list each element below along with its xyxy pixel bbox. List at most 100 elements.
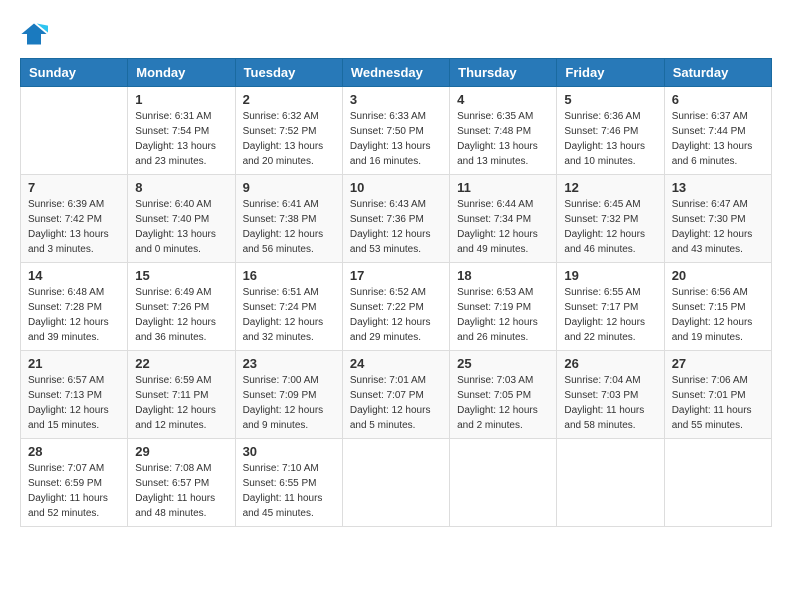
day-number: 4 — [457, 92, 549, 107]
calendar-day-cell: 1 Sunrise: 6:31 AMSunset: 7:54 PMDaylight… — [128, 87, 235, 175]
day-info: Sunrise: 6:53 AMSunset: 7:19 PMDaylight:… — [457, 285, 549, 345]
day-number: 19 — [564, 268, 656, 283]
day-info: Sunrise: 6:31 AMSunset: 7:54 PMDaylight:… — [135, 109, 227, 169]
day-info: Sunrise: 6:47 AMSunset: 7:30 PMDaylight:… — [672, 197, 764, 257]
calendar-day-cell: 6 Sunrise: 6:37 AMSunset: 7:44 PMDaylight… — [664, 87, 771, 175]
day-number: 9 — [243, 180, 335, 195]
day-info: Sunrise: 6:44 AMSunset: 7:34 PMDaylight:… — [457, 197, 549, 257]
calendar-day-cell: 12 Sunrise: 6:45 AMSunset: 7:32 PMDayligh… — [557, 175, 664, 263]
calendar-day-cell: 8Sunrise: 6:40 AMSunset: 7:40 PMDaylight… — [128, 175, 235, 263]
calendar-day-cell: 18 Sunrise: 6:53 AMSunset: 7:19 PMDayligh… — [450, 263, 557, 351]
day-number: 6 — [672, 92, 764, 107]
calendar-week-row: 28 Sunrise: 7:07 AMSunset: 6:59 PMDayligh… — [21, 439, 772, 527]
day-info: Sunrise: 7:07 AMSunset: 6:59 PMDaylight:… — [28, 461, 120, 521]
day-info: Sunrise: 7:06 AMSunset: 7:01 PMDaylight:… — [672, 373, 764, 433]
calendar-day-cell — [342, 439, 449, 527]
page-header — [20, 20, 772, 48]
day-number: 24 — [350, 356, 442, 371]
calendar-day-cell — [450, 439, 557, 527]
calendar-day-cell: 4 Sunrise: 6:35 AMSunset: 7:48 PMDaylight… — [450, 87, 557, 175]
calendar-week-row: 1 Sunrise: 6:31 AMSunset: 7:54 PMDaylight… — [21, 87, 772, 175]
calendar-day-cell: 29Sunrise: 7:08 AMSunset: 6:57 PMDayligh… — [128, 439, 235, 527]
day-info: Sunrise: 6:35 AMSunset: 7:48 PMDaylight:… — [457, 109, 549, 169]
day-info: Sunrise: 7:10 AMSunset: 6:55 PMDaylight:… — [243, 461, 335, 521]
calendar-day-cell: 9 Sunrise: 6:41 AMSunset: 7:38 PMDaylight… — [235, 175, 342, 263]
day-number: 23 — [243, 356, 335, 371]
day-info: Sunrise: 6:49 AMSunset: 7:26 PMDaylight:… — [135, 285, 227, 345]
day-info: Sunrise: 6:40 AMSunset: 7:40 PMDaylight:… — [135, 197, 227, 257]
calendar-day-cell: 28 Sunrise: 7:07 AMSunset: 6:59 PMDayligh… — [21, 439, 128, 527]
calendar-day-cell: 17 Sunrise: 6:52 AMSunset: 7:22 PMDayligh… — [342, 263, 449, 351]
day-of-week-header: Monday — [128, 59, 235, 87]
day-number: 27 — [672, 356, 764, 371]
calendar-header-row: SundayMondayTuesdayWednesdayThursdayFrid… — [21, 59, 772, 87]
day-number: 13 — [672, 180, 764, 195]
day-number: 12 — [564, 180, 656, 195]
day-info: Sunrise: 7:00 AMSunset: 7:09 PMDaylight:… — [243, 373, 335, 433]
calendar-day-cell: 11 Sunrise: 6:44 AMSunset: 7:34 PMDayligh… — [450, 175, 557, 263]
calendar-day-cell: 30 Sunrise: 7:10 AMSunset: 6:55 PMDayligh… — [235, 439, 342, 527]
day-number: 26 — [564, 356, 656, 371]
calendar-week-row: 14 Sunrise: 6:48 AMSunset: 7:28 PMDayligh… — [21, 263, 772, 351]
day-info: Sunrise: 6:45 AMSunset: 7:32 PMDaylight:… — [564, 197, 656, 257]
calendar-day-cell: 19 Sunrise: 6:55 AMSunset: 7:17 PMDayligh… — [557, 263, 664, 351]
day-of-week-header: Tuesday — [235, 59, 342, 87]
day-of-week-header: Sunday — [21, 59, 128, 87]
calendar-day-cell — [557, 439, 664, 527]
calendar-day-cell: 20 Sunrise: 6:56 AMSunset: 7:15 PMDayligh… — [664, 263, 771, 351]
day-info: Sunrise: 6:41 AMSunset: 7:38 PMDaylight:… — [243, 197, 335, 257]
day-info: Sunrise: 6:48 AMSunset: 7:28 PMDaylight:… — [28, 285, 120, 345]
calendar-day-cell: 23 Sunrise: 7:00 AMSunset: 7:09 PMDayligh… — [235, 351, 342, 439]
logo — [20, 20, 52, 48]
calendar-day-cell: 22 Sunrise: 6:59 AMSunset: 7:11 PMDayligh… — [128, 351, 235, 439]
calendar-day-cell — [21, 87, 128, 175]
day-info: Sunrise: 7:03 AMSunset: 7:05 PMDaylight:… — [457, 373, 549, 433]
calendar-table: SundayMondayTuesdayWednesdayThursdayFrid… — [20, 58, 772, 527]
day-info: Sunrise: 6:51 AMSunset: 7:24 PMDaylight:… — [243, 285, 335, 345]
day-number: 14 — [28, 268, 120, 283]
calendar-day-cell: 24 Sunrise: 7:01 AMSunset: 7:07 PMDayligh… — [342, 351, 449, 439]
calendar-week-row: 21Sunrise: 6:57 AMSunset: 7:13 PMDayligh… — [21, 351, 772, 439]
day-info: Sunrise: 6:43 AMSunset: 7:36 PMDaylight:… — [350, 197, 442, 257]
day-number: 1 — [135, 92, 227, 107]
day-info: Sunrise: 6:52 AMSunset: 7:22 PMDaylight:… — [350, 285, 442, 345]
day-number: 30 — [243, 444, 335, 459]
day-number: 21 — [28, 356, 120, 371]
calendar-day-cell: 15Sunrise: 6:49 AMSunset: 7:26 PMDayligh… — [128, 263, 235, 351]
day-number: 22 — [135, 356, 227, 371]
day-info: Sunrise: 7:01 AMSunset: 7:07 PMDaylight:… — [350, 373, 442, 433]
day-number: 7 — [28, 180, 120, 195]
day-info: Sunrise: 6:32 AMSunset: 7:52 PMDaylight:… — [243, 109, 335, 169]
day-number: 5 — [564, 92, 656, 107]
day-number: 11 — [457, 180, 549, 195]
day-info: Sunrise: 6:56 AMSunset: 7:15 PMDaylight:… — [672, 285, 764, 345]
day-info: Sunrise: 6:55 AMSunset: 7:17 PMDaylight:… — [564, 285, 656, 345]
calendar-day-cell: 27 Sunrise: 7:06 AMSunset: 7:01 PMDayligh… — [664, 351, 771, 439]
day-info: Sunrise: 6:36 AMSunset: 7:46 PMDaylight:… — [564, 109, 656, 169]
calendar-day-cell: 3Sunrise: 6:33 AMSunset: 7:50 PMDaylight… — [342, 87, 449, 175]
calendar-day-cell: 16Sunrise: 6:51 AMSunset: 7:24 PMDayligh… — [235, 263, 342, 351]
day-number: 3 — [350, 92, 442, 107]
day-number: 20 — [672, 268, 764, 283]
day-number: 29 — [135, 444, 227, 459]
day-of-week-header: Wednesday — [342, 59, 449, 87]
day-info: Sunrise: 7:04 AMSunset: 7:03 PMDaylight:… — [564, 373, 656, 433]
day-of-week-header: Saturday — [664, 59, 771, 87]
day-number: 18 — [457, 268, 549, 283]
day-info: Sunrise: 6:59 AMSunset: 7:11 PMDaylight:… — [135, 373, 227, 433]
day-of-week-header: Friday — [557, 59, 664, 87]
calendar-day-cell: 21Sunrise: 6:57 AMSunset: 7:13 PMDayligh… — [21, 351, 128, 439]
calendar-week-row: 7 Sunrise: 6:39 AMSunset: 7:42 PMDaylight… — [21, 175, 772, 263]
calendar-day-cell: 5 Sunrise: 6:36 AMSunset: 7:46 PMDaylight… — [557, 87, 664, 175]
day-number: 28 — [28, 444, 120, 459]
day-number: 2 — [243, 92, 335, 107]
day-number: 25 — [457, 356, 549, 371]
logo-icon — [20, 20, 48, 48]
calendar-day-cell: 7 Sunrise: 6:39 AMSunset: 7:42 PMDaylight… — [21, 175, 128, 263]
day-number: 17 — [350, 268, 442, 283]
calendar-day-cell: 13 Sunrise: 6:47 AMSunset: 7:30 PMDayligh… — [664, 175, 771, 263]
calendar-day-cell: 26 Sunrise: 7:04 AMSunset: 7:03 PMDayligh… — [557, 351, 664, 439]
day-info: Sunrise: 6:39 AMSunset: 7:42 PMDaylight:… — [28, 197, 120, 257]
day-info: Sunrise: 6:37 AMSunset: 7:44 PMDaylight:… — [672, 109, 764, 169]
day-of-week-header: Thursday — [450, 59, 557, 87]
